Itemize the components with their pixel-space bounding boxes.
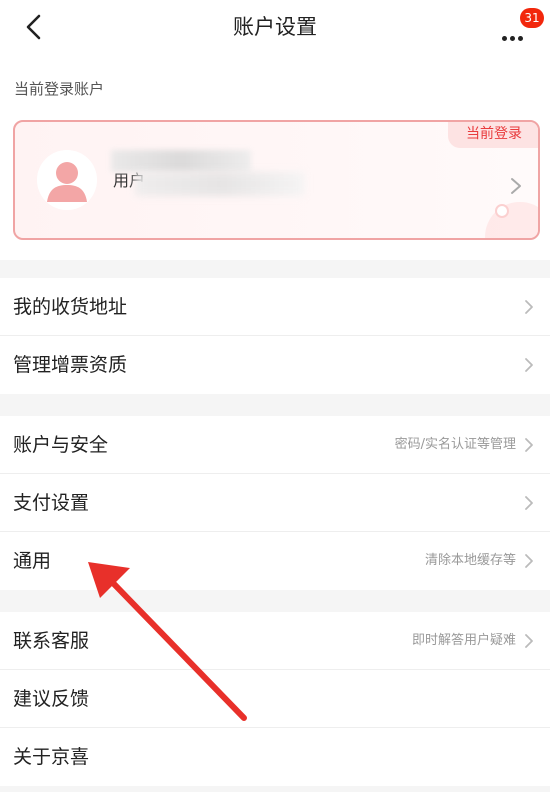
more-dots-icon — [502, 26, 526, 45]
row-label: 关于京喜 — [13, 746, 90, 768]
card-decoration — [485, 202, 538, 238]
card-decoration-dot — [495, 204, 509, 218]
row-label: 建议反馈 — [13, 688, 90, 710]
chevron-right-icon — [525, 438, 533, 452]
blurred-account-info — [111, 150, 251, 172]
settings-group-account: 账户与安全 密码/实名认证等管理 支付设置 通用 清除本地缓存等 — [0, 416, 550, 590]
row-label: 账户与安全 — [13, 434, 109, 456]
chevron-right-icon — [525, 634, 533, 648]
row-label: 联系客服 — [13, 630, 90, 652]
chevron-right-icon — [511, 178, 521, 194]
current-account-card[interactable]: 当前登录 用户 — [13, 120, 540, 240]
current-login-tag: 当前登录 — [448, 122, 538, 148]
top-nav-bar: 账户设置 31 — [0, 0, 550, 54]
row-customer-service[interactable]: 联系客服 即时解答用户疑难 — [0, 612, 550, 670]
row-general[interactable]: 通用 清除本地缓存等 — [0, 532, 550, 590]
avatar — [37, 150, 97, 210]
chevron-right-icon — [525, 300, 533, 314]
row-label: 我的收货地址 — [13, 296, 128, 318]
row-hint: 清除本地缓存等 — [424, 553, 516, 568]
row-label: 通用 — [13, 550, 52, 572]
row-vat-invoice[interactable]: 管理增票资质 — [0, 336, 550, 394]
settings-group-support: 联系客服 即时解答用户疑难 建议反馈 关于京喜 — [0, 612, 550, 786]
chevron-right-icon — [525, 554, 533, 568]
chevron-right-icon — [525, 358, 533, 372]
settings-group-address: 我的收货地址 管理增票资质 — [0, 278, 550, 394]
current-account-section: 当前登录账户 当前登录 用户 — [0, 54, 550, 260]
row-shipping-address[interactable]: 我的收货地址 — [0, 278, 550, 336]
row-account-security[interactable]: 账户与安全 密码/实名认证等管理 — [0, 416, 550, 474]
row-hint: 密码/实名认证等管理 — [394, 437, 516, 452]
more-button[interactable]: 31 — [498, 8, 544, 45]
row-label: 支付设置 — [13, 492, 90, 514]
row-about[interactable]: 关于京喜 — [0, 728, 550, 786]
blurred-account-info — [135, 172, 305, 196]
row-payment-settings[interactable]: 支付设置 — [0, 474, 550, 532]
row-label: 管理增票资质 — [13, 354, 128, 376]
section-label: 当前登录账户 — [14, 80, 105, 98]
row-feedback[interactable]: 建议反馈 — [0, 670, 550, 728]
chevron-right-icon — [525, 496, 533, 510]
message-badge: 31 — [520, 8, 544, 28]
user-avatar-icon — [37, 150, 97, 210]
row-hint: 即时解答用户疑难 — [411, 633, 516, 648]
page-title: 账户设置 — [233, 15, 317, 39]
